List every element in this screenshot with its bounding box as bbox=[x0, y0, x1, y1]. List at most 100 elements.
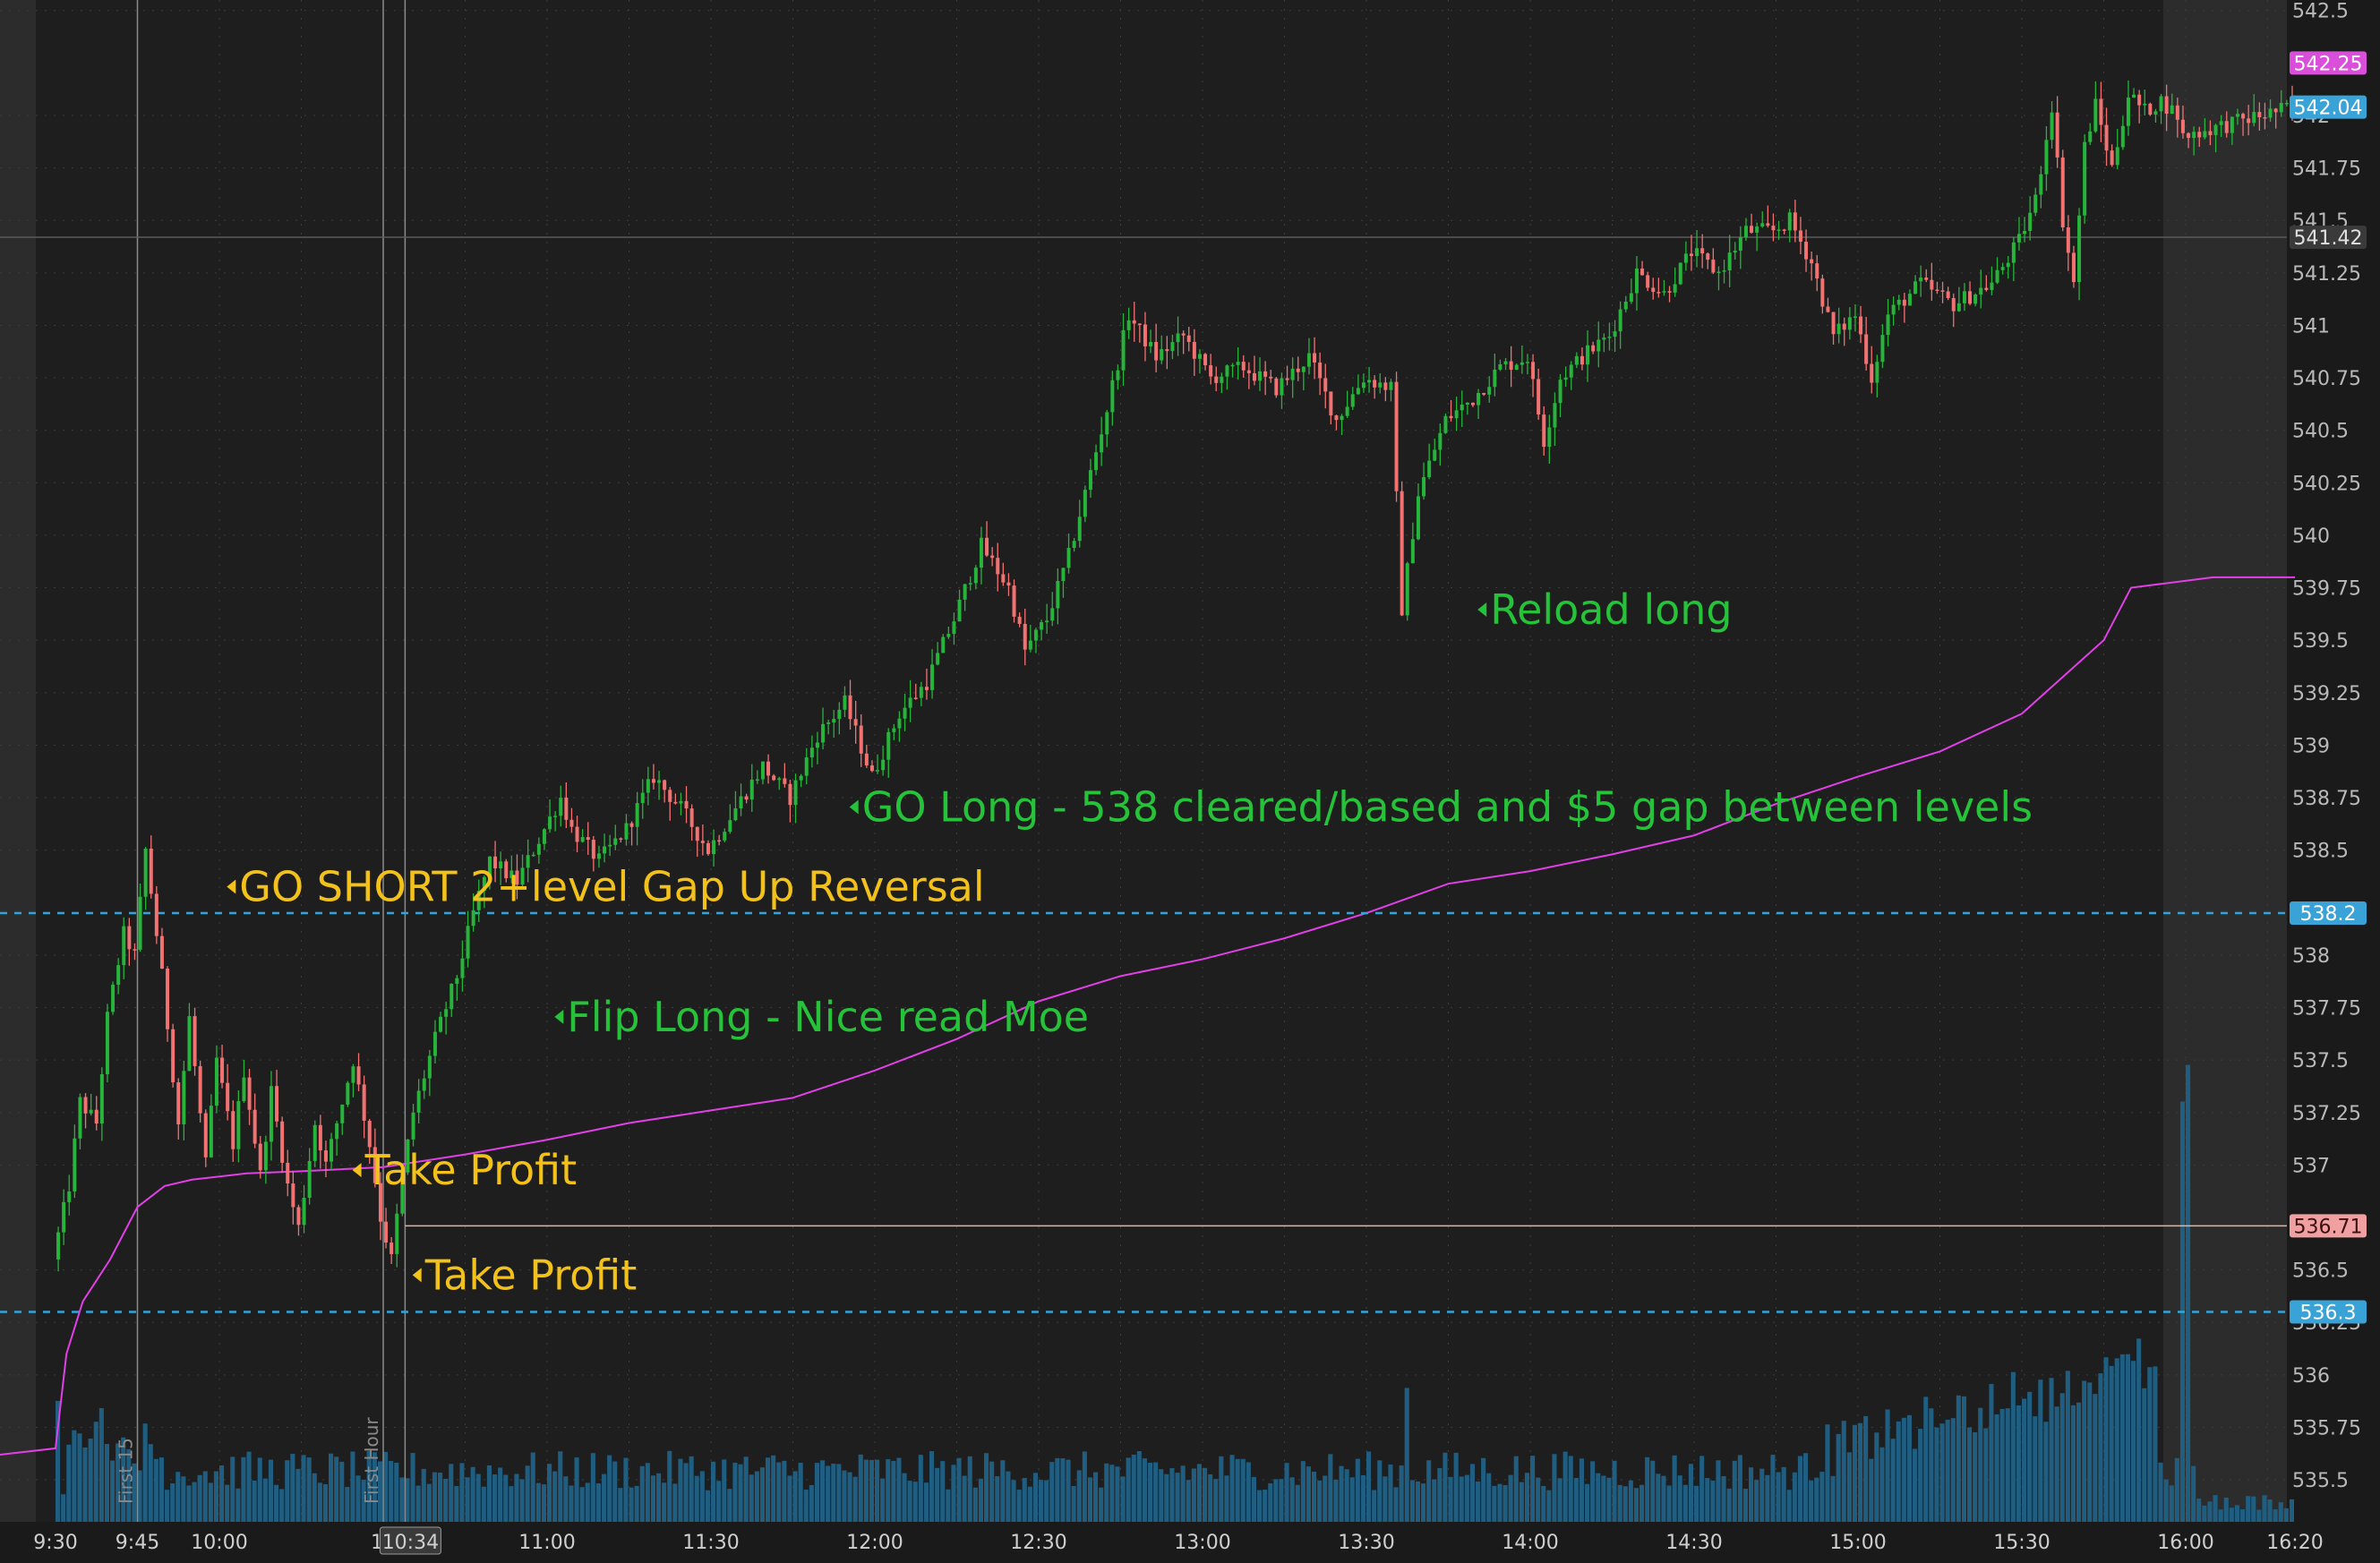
volume-bar bbox=[2283, 1507, 2289, 1522]
candle-down bbox=[629, 823, 634, 827]
volume-bar bbox=[492, 1474, 498, 1522]
price-badge-label: 542.04 bbox=[2294, 98, 2363, 120]
volume-bar bbox=[1016, 1490, 1022, 1522]
volume-bar bbox=[1705, 1478, 1710, 1522]
candle-down bbox=[619, 838, 623, 840]
candle-up bbox=[876, 770, 880, 772]
volume-bar bbox=[2163, 1479, 2169, 1522]
candle-down bbox=[1984, 287, 1989, 290]
candle-up bbox=[821, 723, 826, 743]
volume-bar bbox=[1279, 1479, 1284, 1522]
volume-bar bbox=[1765, 1474, 1770, 1522]
candle-up bbox=[1094, 452, 1099, 471]
candle-up bbox=[2023, 230, 2027, 235]
candle-up bbox=[1913, 281, 1918, 295]
candle-down bbox=[1269, 376, 1273, 379]
candle-up bbox=[712, 840, 716, 855]
volume-bar bbox=[946, 1489, 951, 1522]
candle-down bbox=[1771, 226, 1776, 231]
volume-bar bbox=[2043, 1422, 2049, 1522]
candle-down bbox=[1154, 342, 1159, 361]
candle-down bbox=[296, 1207, 301, 1226]
candle-up bbox=[723, 832, 727, 841]
candle-down bbox=[1902, 299, 1906, 306]
candle-up bbox=[2279, 102, 2283, 113]
candle-up bbox=[892, 728, 896, 732]
volume-bar bbox=[1994, 1414, 1999, 1522]
volume-bar bbox=[1536, 1477, 1541, 1522]
volume-bar bbox=[2202, 1505, 2207, 1522]
candle-down bbox=[1810, 259, 1814, 264]
candle-up bbox=[542, 829, 546, 844]
volume-bar bbox=[2229, 1507, 2234, 1522]
candle-down bbox=[985, 537, 989, 556]
volume-bar bbox=[1213, 1479, 1219, 1522]
candle-down bbox=[2148, 103, 2153, 115]
volume-bar bbox=[153, 1458, 158, 1522]
price-chart[interactable]: First 15 First Hour GO SHORT 2+level Gap … bbox=[0, 0, 2380, 1563]
volume-bar bbox=[268, 1459, 273, 1522]
candle-down bbox=[318, 1124, 322, 1151]
candle-up bbox=[1990, 282, 1994, 290]
volume-bar bbox=[1770, 1455, 1776, 1522]
volume-bar bbox=[1481, 1457, 1486, 1522]
candle-down bbox=[1329, 391, 1333, 416]
volume-bar bbox=[563, 1476, 569, 1522]
volume-bar bbox=[2098, 1373, 2103, 1522]
volume-bar bbox=[1082, 1451, 1087, 1522]
candle-down bbox=[996, 558, 1000, 575]
volume-bar bbox=[1622, 1486, 1628, 1522]
volume-bar bbox=[1950, 1418, 1956, 1522]
volume-bar bbox=[2070, 1405, 2076, 1522]
candle-up bbox=[1056, 580, 1060, 609]
candle-up bbox=[1230, 364, 1235, 367]
annotation-label: GO SHORT 2+level Gap Up Reversal bbox=[239, 863, 984, 911]
volume-bar bbox=[2022, 1398, 2027, 1522]
candle-down bbox=[94, 1109, 98, 1124]
volume-bar bbox=[782, 1460, 787, 1522]
volume-bar bbox=[2082, 1380, 2087, 1522]
candle-up bbox=[1662, 291, 1666, 293]
volume-bar bbox=[148, 1444, 153, 1522]
volume-bar bbox=[1196, 1464, 1202, 1522]
candle-up bbox=[411, 1112, 415, 1140]
candle-up bbox=[1875, 362, 1879, 383]
candle-up bbox=[2153, 111, 2158, 115]
volume-bar bbox=[279, 1489, 285, 1522]
volume-bar bbox=[394, 1462, 399, 1522]
volume-bar bbox=[2114, 1358, 2119, 1522]
candle-down bbox=[1700, 248, 1705, 254]
candle-down bbox=[1667, 291, 1672, 293]
volume-bar bbox=[1901, 1417, 1906, 1522]
vertical-marker-label: First 15 bbox=[116, 1438, 137, 1504]
candle-down bbox=[717, 840, 722, 842]
candle-down bbox=[586, 837, 590, 841]
candle-down bbox=[1537, 379, 1541, 415]
volume-bar bbox=[1732, 1460, 1737, 1522]
candle-up bbox=[881, 759, 886, 771]
candle-up bbox=[89, 1109, 93, 1114]
candle-down bbox=[193, 1016, 197, 1066]
candle-up bbox=[340, 1104, 345, 1123]
volume-bar bbox=[1268, 1482, 1273, 1522]
candle-down bbox=[1209, 365, 1213, 377]
x-tick-label: 15:30 bbox=[1993, 1532, 2050, 1554]
volume-bar bbox=[1372, 1490, 1377, 1522]
candle-up bbox=[62, 1201, 66, 1233]
candle-up bbox=[1110, 380, 1115, 413]
volume-bar bbox=[137, 1470, 142, 1522]
candle-up bbox=[733, 808, 738, 821]
volume-bar bbox=[552, 1471, 558, 1522]
y-tick-label: 535.5 bbox=[2292, 1470, 2349, 1492]
candle-up bbox=[1340, 415, 1344, 421]
volume-bar bbox=[142, 1423, 148, 1522]
volume-bar bbox=[530, 1452, 535, 1522]
volume-bar bbox=[2033, 1416, 2038, 1522]
volume-bar bbox=[962, 1475, 967, 1522]
volume-bar bbox=[1039, 1480, 1044, 1522]
volume-bar bbox=[1918, 1429, 1923, 1522]
candle-up bbox=[449, 984, 454, 1010]
candle-up bbox=[2159, 96, 2163, 112]
volume-bar bbox=[1339, 1465, 1344, 1522]
volume-bar bbox=[176, 1472, 181, 1522]
